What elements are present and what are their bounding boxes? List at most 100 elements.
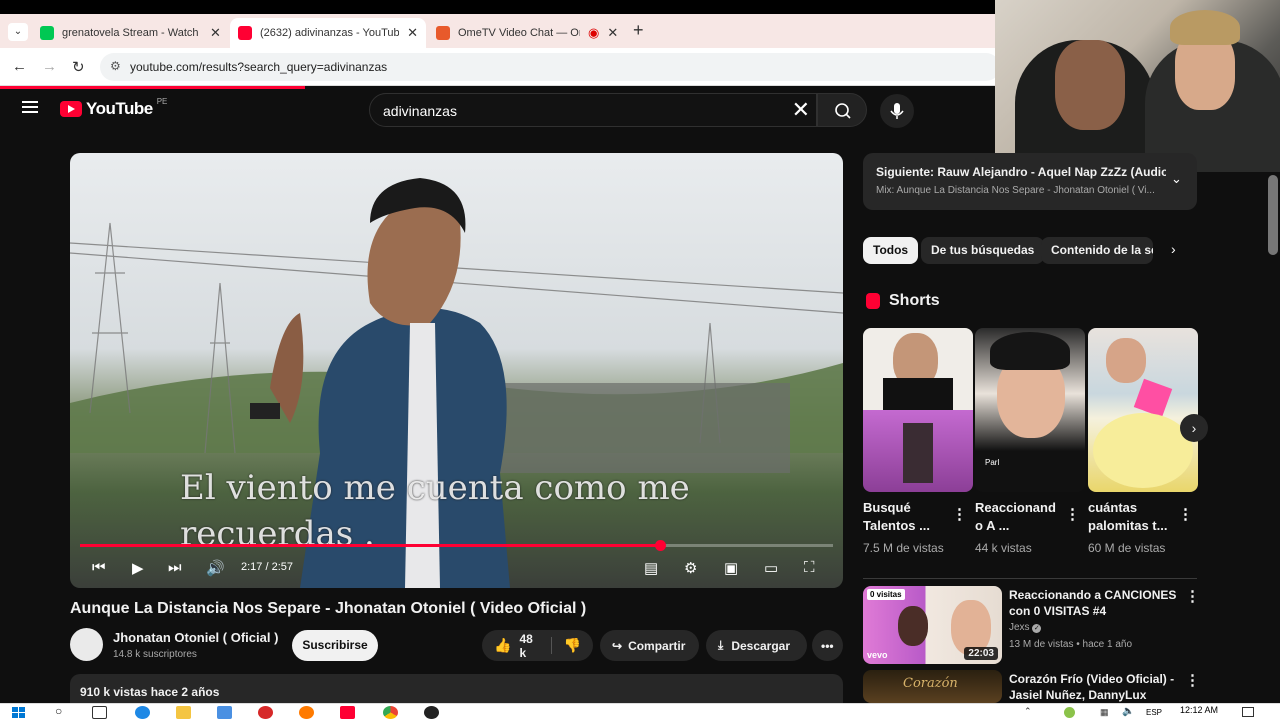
edge-icon[interactable] — [135, 706, 150, 719]
download-button[interactable]: ⤓ Descargar — [706, 630, 807, 661]
recording-icon: ◉ — [588, 25, 600, 40]
opera-icon[interactable] — [258, 706, 273, 719]
share-button[interactable]: ↪ Compartir — [600, 630, 699, 661]
taskbar-search-icon[interactable]: ○ — [55, 704, 62, 718]
subscribe-button[interactable]: Suscribirse — [292, 630, 378, 661]
search-input[interactable]: adivinanzas ✕ — [369, 93, 817, 127]
face-left — [1055, 40, 1125, 130]
new-tab-button[interactable]: + — [633, 20, 644, 41]
logo-text: YouTube — [86, 99, 153, 118]
webcam-overlay — [995, 0, 1280, 172]
channel-avatar[interactable] — [70, 628, 103, 661]
thumb-popcorn-box — [1133, 378, 1173, 418]
site-info-icon[interactable]: ⚙ — [110, 59, 121, 73]
related-channel[interactable]: Jexs ✓ — [1009, 622, 1042, 633]
forward-icon[interactable]: → — [42, 58, 57, 75]
kick-icon — [40, 26, 54, 40]
short-title[interactable]: Busqué Talentos ... — [863, 499, 943, 535]
thumb-face — [1106, 338, 1146, 383]
previous-icon[interactable]: ⏮ — [92, 559, 106, 576]
voice-search-button[interactable] — [880, 94, 914, 128]
task-view-icon[interactable] — [92, 706, 107, 719]
chip-from-searches[interactable]: De tus búsquedas — [921, 237, 1045, 264]
progress-bar[interactable] — [80, 540, 833, 551]
chip-all[interactable]: Todos — [863, 237, 919, 264]
tab-ometv[interactable]: OmeTV Video Chat — Ome ◉ ✕ — [428, 18, 626, 48]
short-thumbnail[interactable] — [1088, 328, 1198, 492]
chip-series-content[interactable]: Contenido de la ser — [1041, 237, 1153, 264]
windows-start-icon[interactable] — [12, 707, 26, 719]
file-explorer-icon[interactable] — [176, 706, 191, 719]
like-count[interactable]: 48 k — [519, 632, 536, 660]
close-icon[interactable]: ✕ — [607, 25, 618, 41]
theater-mode-icon[interactable]: ▭ — [764, 559, 778, 577]
short-thumbnail[interactable] — [863, 328, 973, 492]
page-scrollbar[interactable] — [1268, 175, 1278, 255]
more-vert-icon[interactable]: ⋮ — [1185, 587, 1200, 605]
youtube-logo[interactable]: YouTube PE — [60, 97, 167, 119]
obs-icon[interactable] — [424, 706, 439, 719]
reload-icon[interactable]: ↻ — [72, 58, 85, 76]
more-vert-icon[interactable]: ⋮ — [952, 505, 967, 523]
chrome-icon[interactable] — [383, 706, 398, 719]
shorts-next-button[interactable]: › — [1180, 414, 1208, 442]
related-thumbnail[interactable]: Corazón — [863, 670, 1002, 703]
miniplayer-icon[interactable]: ▣ — [724, 559, 738, 577]
speaker-icon[interactable]: 🔈 — [1122, 706, 1134, 717]
tab-youtube[interactable]: (2632) adivinanzas - YouTube ✕ — [230, 18, 426, 48]
network-icon[interactable]: ▦ — [1100, 707, 1109, 718]
short-title[interactable]: cuántas palomitas t... — [1088, 499, 1168, 535]
related-title[interactable]: Reaccionando a CANCIONES con 0 VISITAS #… — [1009, 587, 1179, 619]
thumb-badge: 0 visitas — [867, 589, 905, 600]
tab-search-chevron-icon[interactable]: ⌄ — [8, 23, 28, 41]
chevron-right-icon[interactable]: › — [1171, 241, 1176, 257]
youtube-app-icon[interactable] — [340, 706, 355, 719]
like-icon[interactable]: 👍 — [494, 637, 511, 654]
next-icon[interactable]: ⏭ — [168, 559, 182, 576]
thumb-shirt — [883, 378, 953, 410]
progress-scrubber[interactable] — [654, 540, 666, 551]
channel-name[interactable]: Jhonatan Otoniel ( Oficial ) — [113, 630, 278, 645]
menu-icon[interactable] — [22, 101, 38, 113]
volume-icon[interactable]: 🔊 — [206, 559, 225, 577]
input-language[interactable]: ESP — [1146, 708, 1162, 717]
system-clock[interactable]: 12:12 AM — [1180, 705, 1218, 715]
close-icon[interactable]: ✕ — [210, 25, 221, 41]
more-vert-icon[interactable]: ⋮ — [1185, 671, 1200, 689]
thumb-figure — [903, 423, 933, 483]
more-vert-icon[interactable]: ⋮ — [1065, 505, 1080, 523]
divider — [863, 578, 1197, 579]
related-thumbnail[interactable]: 0 visitas vevo 22:03 — [863, 586, 1002, 664]
chevron-down-icon[interactable]: ⌄ — [1171, 171, 1182, 187]
related-title[interactable]: Corazón Frío (Video Oficial) - Jasiel Nu… — [1009, 671, 1179, 703]
firefox-icon[interactable] — [299, 706, 314, 719]
tray-app-icon[interactable] — [1064, 707, 1075, 718]
more-vert-icon[interactable]: ⋮ — [1178, 505, 1193, 523]
play-icon[interactable]: ▶ — [132, 559, 144, 577]
fullscreen-icon[interactable]: ⛶ — [804, 559, 815, 576]
subtitles-icon[interactable]: ▤ — [644, 559, 658, 577]
search-button[interactable] — [817, 93, 867, 127]
url-field[interactable]: ⚙ youtube.com/results?search_query=adivi… — [100, 53, 1000, 81]
back-icon[interactable]: ← — [12, 58, 27, 75]
subtitle-line-1: El viento me cuenta como me — [180, 468, 690, 508]
video-player[interactable]: El viento me cuenta como me recuerdas . … — [70, 153, 843, 588]
clear-search-icon[interactable]: ✕ — [792, 98, 810, 122]
more-icon: ••• — [821, 638, 834, 653]
close-icon[interactable]: ✕ — [407, 25, 418, 41]
views-and-date: 910 k vistas hace 2 años — [80, 685, 220, 699]
settings-icon[interactable]: ⚙ — [684, 559, 697, 577]
share-icon: ↪ — [612, 638, 623, 653]
dislike-icon[interactable]: 👎 — [550, 637, 581, 654]
tab-grenatovela[interactable]: grenatovela Stream - Watch Liv ✕ — [32, 18, 229, 48]
hair-right — [1170, 10, 1240, 45]
store-icon[interactable] — [217, 706, 232, 719]
tray-chevron-icon[interactable]: ⌃ — [1024, 706, 1032, 717]
youtube-play-icon — [60, 101, 82, 117]
up-next-card[interactable]: Siguiente: Rauw Alejandro - Aquel Nap Zz… — [863, 153, 1197, 210]
more-actions-button[interactable]: ••• — [812, 630, 843, 661]
short-thumbnail[interactable]: Parl — [975, 328, 1085, 492]
time-display: 2:17 / 2:57 — [241, 561, 293, 573]
short-title[interactable]: Reaccionand o A ... — [975, 499, 1056, 535]
notifications-icon[interactable] — [1242, 707, 1254, 717]
